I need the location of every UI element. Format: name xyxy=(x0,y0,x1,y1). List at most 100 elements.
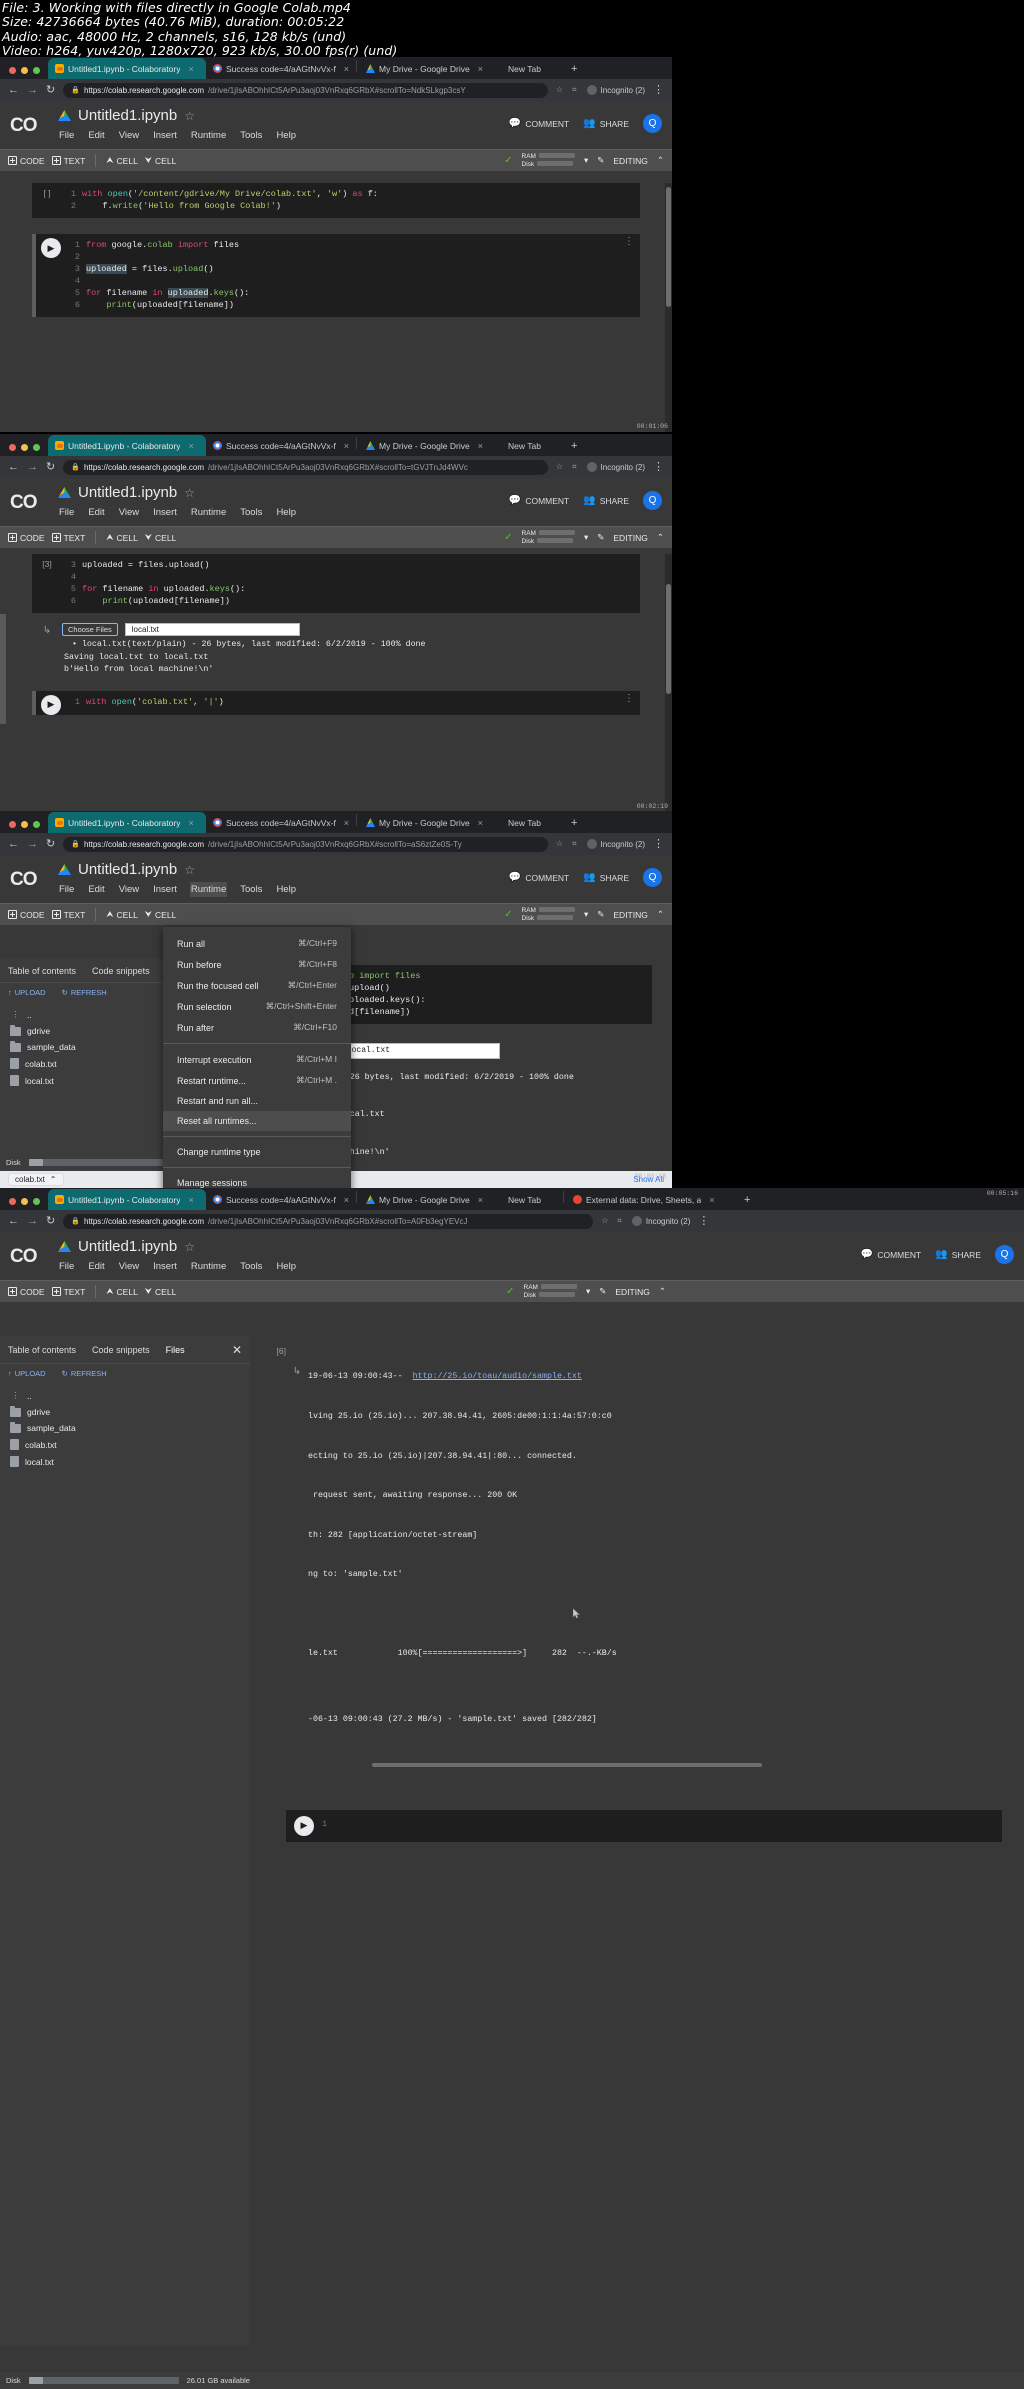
close-window-button[interactable] xyxy=(9,67,16,74)
menu-tools[interactable]: Tools xyxy=(239,128,263,143)
maximize-window-button[interactable] xyxy=(33,444,40,451)
close-icon[interactable]: × xyxy=(188,818,193,828)
tab-success-code[interactable]: Success code=4/aAGtNvVx-fc × xyxy=(206,1189,354,1210)
menu-view[interactable]: View xyxy=(118,1259,140,1274)
resource-meter[interactable]: RAM Disk xyxy=(522,907,575,923)
menu-view[interactable]: View xyxy=(118,505,140,520)
browser-menu-icon[interactable]: ⋮ xyxy=(698,1215,709,1227)
window-controls[interactable] xyxy=(4,444,48,456)
back-icon[interactable]: ← xyxy=(8,84,19,96)
list-item[interactable]: sample_data xyxy=(0,1420,250,1436)
menu-help[interactable]: Help xyxy=(275,505,297,520)
close-window-button[interactable] xyxy=(9,821,16,828)
scrollbar-thumb[interactable] xyxy=(666,584,671,694)
notebook-title[interactable]: Untitled1.ipynb xyxy=(78,107,177,124)
code-cell[interactable]: ▶ 1 from google.colab import files 2 3 upl… xyxy=(32,234,640,317)
close-icon[interactable]: × xyxy=(188,441,193,451)
menu-edit[interactable]: Edit xyxy=(87,882,105,897)
download-item[interactable]: colab.txt ⌃ xyxy=(8,1173,64,1186)
menu-item-manage-sessions[interactable]: Manage sessions xyxy=(163,1173,351,1188)
close-icon[interactable]: × xyxy=(478,64,483,74)
new-tab-button[interactable]: + xyxy=(561,440,577,456)
window-controls[interactable] xyxy=(4,67,48,79)
minimize-window-button[interactable] xyxy=(21,821,28,828)
notebook-title[interactable]: Untitled1.ipynb xyxy=(78,861,177,878)
file-upload-widget[interactable]: Choose Files local.txt xyxy=(62,623,640,636)
menu-runtime[interactable]: Runtime xyxy=(189,882,228,897)
refresh-button[interactable]: ↻ REFRESH xyxy=(62,1369,107,1378)
bookmark-icon[interactable]: ☆ xyxy=(556,839,563,849)
colab-logo[interactable]: CO xyxy=(10,1238,44,1268)
move-cell-down-button[interactable]: ⮟ CELL xyxy=(145,1286,177,1297)
notebook-title[interactable]: Untitled1.ipynb xyxy=(78,1238,177,1255)
star-icon[interactable]: ☆ xyxy=(184,1240,195,1254)
pencil-icon[interactable]: ✎ xyxy=(599,1286,606,1297)
incognito-indicator[interactable]: Incognito (2) xyxy=(586,85,645,95)
menu-item-restart-runtime[interactable]: Restart runtime... ⌘/Ctrl+M . xyxy=(163,1070,351,1091)
upload-button[interactable]: ↑ UPLOAD xyxy=(8,1369,46,1378)
colab-logo[interactable]: CO xyxy=(10,107,44,137)
bookmark-icon[interactable]: ☆ xyxy=(601,1216,608,1226)
incognito-indicator[interactable]: Incognito (2) xyxy=(631,1216,690,1226)
minimize-window-button[interactable] xyxy=(21,1198,28,1205)
back-icon[interactable]: ← xyxy=(8,1215,19,1227)
tab-my-drive[interactable]: My Drive - Google Drive × xyxy=(359,1189,501,1210)
address-input[interactable]: 🔒 https://colab.research.google.com/driv… xyxy=(63,1213,594,1229)
close-icon[interactable]: × xyxy=(344,1195,349,1205)
menu-tools[interactable]: Tools xyxy=(239,505,263,520)
menu-edit[interactable]: Edit xyxy=(87,505,105,520)
chevron-down-icon[interactable]: ▾ xyxy=(586,1286,590,1297)
move-cell-down-button[interactable]: ⮟ CELL xyxy=(145,909,177,920)
code-cell[interactable]: ▶ 1 xyxy=(286,1809,1002,1842)
star-icon[interactable]: ☆ xyxy=(184,863,195,877)
tab-my-drive[interactable]: My Drive - Google Drive × xyxy=(359,812,501,833)
new-tab-button[interactable]: + xyxy=(734,1194,750,1210)
window-controls[interactable] xyxy=(4,821,48,833)
reload-icon[interactable]: ↻ xyxy=(46,838,55,850)
run-cell-button[interactable]: ▶ xyxy=(286,1810,322,1842)
comment-button[interactable]: 💬 COMMENT xyxy=(509,872,569,883)
tab-colab[interactable]: Untitled1.ipynb - Colaboratory × xyxy=(48,1189,206,1210)
avatar[interactable]: Q xyxy=(643,114,662,133)
chevron-down-icon[interactable]: ▾ xyxy=(584,155,588,166)
star-icon[interactable]: ☆ xyxy=(184,486,195,500)
menu-help[interactable]: Help xyxy=(275,128,297,143)
close-icon[interactable]: × xyxy=(709,1195,714,1205)
close-window-button[interactable] xyxy=(9,1198,16,1205)
avatar[interactable]: Q xyxy=(995,1245,1014,1264)
menu-help[interactable]: Help xyxy=(275,882,297,897)
cell-options-icon[interactable]: ⋮ xyxy=(624,693,634,703)
reload-icon[interactable]: ↻ xyxy=(46,1215,55,1227)
cell-source[interactable]: 3 uploaded = files.upload() 4 5 for filena… xyxy=(62,554,640,613)
maximize-window-button[interactable] xyxy=(33,67,40,74)
colab-logo[interactable]: CO xyxy=(10,861,44,891)
close-icon[interactable]: × xyxy=(344,441,349,451)
close-window-button[interactable] xyxy=(9,444,16,451)
forward-icon[interactable]: → xyxy=(27,1215,38,1227)
scrollbar[interactable] xyxy=(665,554,672,812)
tab-success-code[interactable]: Success code=4/aAGtNvVx-fc × xyxy=(206,58,354,79)
close-icon[interactable]: × xyxy=(188,1195,193,1205)
comment-button[interactable]: 💬 COMMENT xyxy=(509,495,569,506)
add-text-cell-button[interactable]: TEXT xyxy=(51,1287,85,1297)
close-icon[interactable]: ✕ xyxy=(232,1343,242,1357)
menu-edit[interactable]: Edit xyxy=(87,128,105,143)
collapse-icon[interactable]: ⌃ xyxy=(657,155,664,166)
list-item[interactable]: ⋮.. xyxy=(0,1387,250,1404)
browser-menu-icon[interactable]: ⋮ xyxy=(653,461,664,473)
play-icon[interactable]: ▶ xyxy=(294,1815,314,1836)
address-input[interactable]: 🔒 https://colab.research.google.com/driv… xyxy=(63,836,548,852)
move-cell-up-button[interactable]: ⮝ CELL xyxy=(106,532,138,543)
menu-view[interactable]: View xyxy=(118,882,140,897)
colab-logo[interactable]: CO xyxy=(10,484,44,514)
code-cell[interactable]: [3] 3 uploaded = files.upload() 4 5 for fi… xyxy=(32,554,640,613)
menu-file[interactable]: File xyxy=(58,882,75,897)
move-cell-up-button[interactable]: ⮝ CELL xyxy=(106,909,138,920)
menu-item-run-before[interactable]: Run before ⌘/Ctrl+F8 xyxy=(163,954,351,975)
tab-success-code[interactable]: Success code=4/aAGtNvVx-fc × xyxy=(206,812,354,833)
pencil-icon[interactable]: ✎ xyxy=(597,155,604,166)
tab-my-drive[interactable]: My Drive - Google Drive × xyxy=(359,58,501,79)
cell-options-icon[interactable]: ⋮ xyxy=(624,237,634,247)
menu-item-interrupt-execution[interactable]: Interrupt execution ⌘/Ctrl+M I xyxy=(163,1049,351,1070)
scrollbar[interactable] xyxy=(665,183,672,432)
